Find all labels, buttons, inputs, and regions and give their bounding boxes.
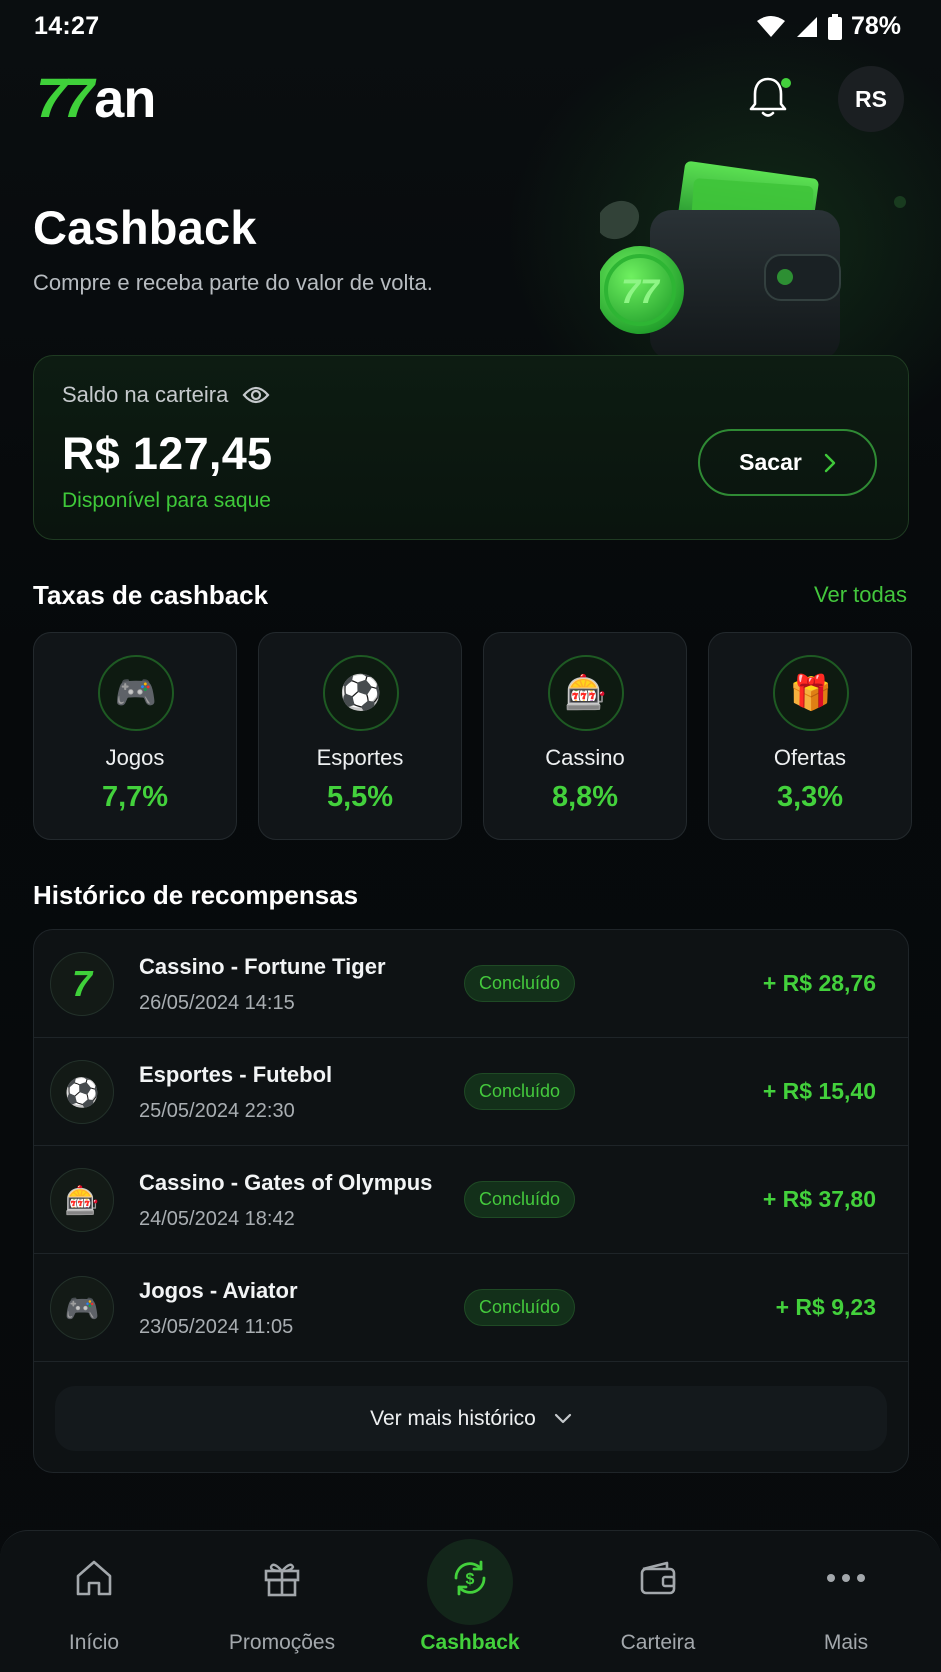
home-icon [71,1555,117,1601]
wallet-icon [635,1555,681,1601]
slot-machine-icon: 🎰 [548,655,624,731]
history-title: Jogos - Aviator [139,1278,298,1303]
status-time: 14:27 [34,12,100,40]
wallet-balance-card: Saldo na carteira R$ 127,45 Disponível p… [33,355,909,540]
history-amount: + R$ 37,80 [762,1186,876,1212]
status-bar: 14:27 78% [0,0,941,52]
gamepad-icon: 🎮 [50,1276,114,1340]
bottom-navigation: Início Promoções $ Cashback Carteira Mai… [0,1530,941,1672]
history-title: Cassino - Gates of Olympus [139,1170,433,1195]
history-row[interactable]: 🎮 Jogos - Aviator 23/05/2024 11:05 Concl… [34,1254,908,1362]
rate-value: 3,3% [776,781,844,813]
history-row[interactable]: ⚽ Esportes - Futebol 25/05/2024 22:30 Co… [34,1038,908,1146]
nav-item-carteira[interactable]: Carteira [564,1531,752,1672]
wifi-icon [756,15,785,37]
svg-text:$: $ [466,1571,475,1588]
history-amount: + R$ 15,40 [762,1078,876,1104]
eye-icon[interactable] [242,385,270,405]
rate-card-cassino[interactable]: 🎰 Cassino 8,8% [483,632,687,840]
history-title: Cassino - Fortune Tiger [139,954,386,979]
rate-label: Esportes [316,745,404,770]
withdraw-label: Sacar [739,449,802,475]
balance-label: Saldo na carteira [62,382,229,407]
battery-percentage: 78% [850,12,901,40]
history-amount: + R$ 28,76 [762,970,876,996]
chevron-right-icon [824,453,836,472]
history-date: 23/05/2024 11:05 [139,1316,294,1338]
status-badge: Concluído [464,965,575,1002]
history-section-title: Histórico de recompensas [33,880,359,910]
balance-label-row: Saldo na carteira [62,382,270,408]
rate-value: 8,8% [551,781,619,813]
battery-icon [827,13,842,40]
brand-logo[interactable]: 77 an [36,66,156,129]
nav-item-promocoes[interactable]: Promoções [188,1531,376,1672]
history-row[interactable]: 🎰 Cassino - Gates of Olympus 24/05/2024 … [34,1146,908,1254]
cashback-icon: $ [447,1555,493,1601]
history-date: 25/05/2024 22:30 [139,1100,295,1122]
history-row[interactable]: 7 Cassino - Fortune Tiger 26/05/2024 14:… [34,930,908,1038]
history-date: 24/05/2024 18:42 [139,1208,295,1230]
rates-section-title: Taxas de cashback [33,580,269,610]
nav-label: Início [68,1631,120,1654]
see-more-history-button[interactable]: Ver mais histórico [55,1386,887,1451]
nav-item-cashback[interactable]: $ Cashback [376,1531,564,1672]
wallet-illustration: 77 [600,161,906,360]
page-subtitle: Compre e receba parte do valor de volta. [33,270,433,295]
notification-dot [781,78,791,88]
see-all-link[interactable]: Ver todas [814,582,907,608]
rate-value: 7,7% [101,781,169,813]
nav-label: Mais [823,1631,869,1654]
cashback-screen: 14:27 78% 77 an RS Cashback Compre e rec… [0,0,941,1672]
rate-label: Cassino [545,745,625,770]
soccer-ball-icon: ⚽ [50,1060,114,1124]
coin-logo-text: 77 [621,273,661,311]
history-list: 7 Cassino - Fortune Tiger 26/05/2024 14:… [33,929,909,1473]
see-more-label: Ver mais histórico [370,1406,536,1430]
avatar[interactable]: RS [838,66,904,132]
status-icons: 78% [756,12,901,41]
rate-card-jogos[interactable]: 🎮 Jogos 7,7% [33,632,237,840]
balance-available-text: Disponível para saque [62,489,271,512]
gift-icon: 🎁 [773,655,849,731]
gift-icon [259,1555,305,1601]
balance-amount: R$ 127,45 [62,428,273,479]
history-date: 26/05/2024 14:15 [139,992,295,1014]
nav-label: Promoções [228,1631,336,1654]
withdraw-button[interactable]: Sacar [698,429,877,496]
nav-item-mais[interactable]: Mais [752,1531,940,1672]
history-amount: + R$ 9,23 [775,1294,876,1320]
rate-card-ofertas[interactable]: 🎁 Ofertas 3,3% [708,632,912,840]
nav-label: Cashback [420,1631,520,1654]
rate-card-esportes[interactable]: ⚽ Esportes 5,5% [258,632,462,840]
page-title: Cashback [33,201,257,254]
nav-item-inicio[interactable]: Início [0,1531,188,1672]
casino-logo-icon: 7 [50,952,114,1016]
rate-label: Jogos [105,745,165,770]
rate-value: 5,5% [326,781,394,813]
history-title: Esportes - Futebol [139,1062,333,1087]
status-badge: Concluído [464,1181,575,1218]
logo-text: an [94,69,156,129]
rate-label: Ofertas [773,745,847,770]
soccer-ball-icon: ⚽ [323,655,399,731]
status-badge: Concluído [464,1073,575,1110]
signal-icon [796,16,817,37]
nav-label: Carteira [620,1631,696,1654]
gamepad-icon: 🎮 [98,655,174,731]
logo-number: 77 [36,66,94,129]
status-badge: Concluído [464,1289,575,1326]
more-icon [823,1555,869,1601]
chevron-down-icon [554,1413,571,1423]
slot-machine-icon: 🎰 [50,1168,114,1232]
